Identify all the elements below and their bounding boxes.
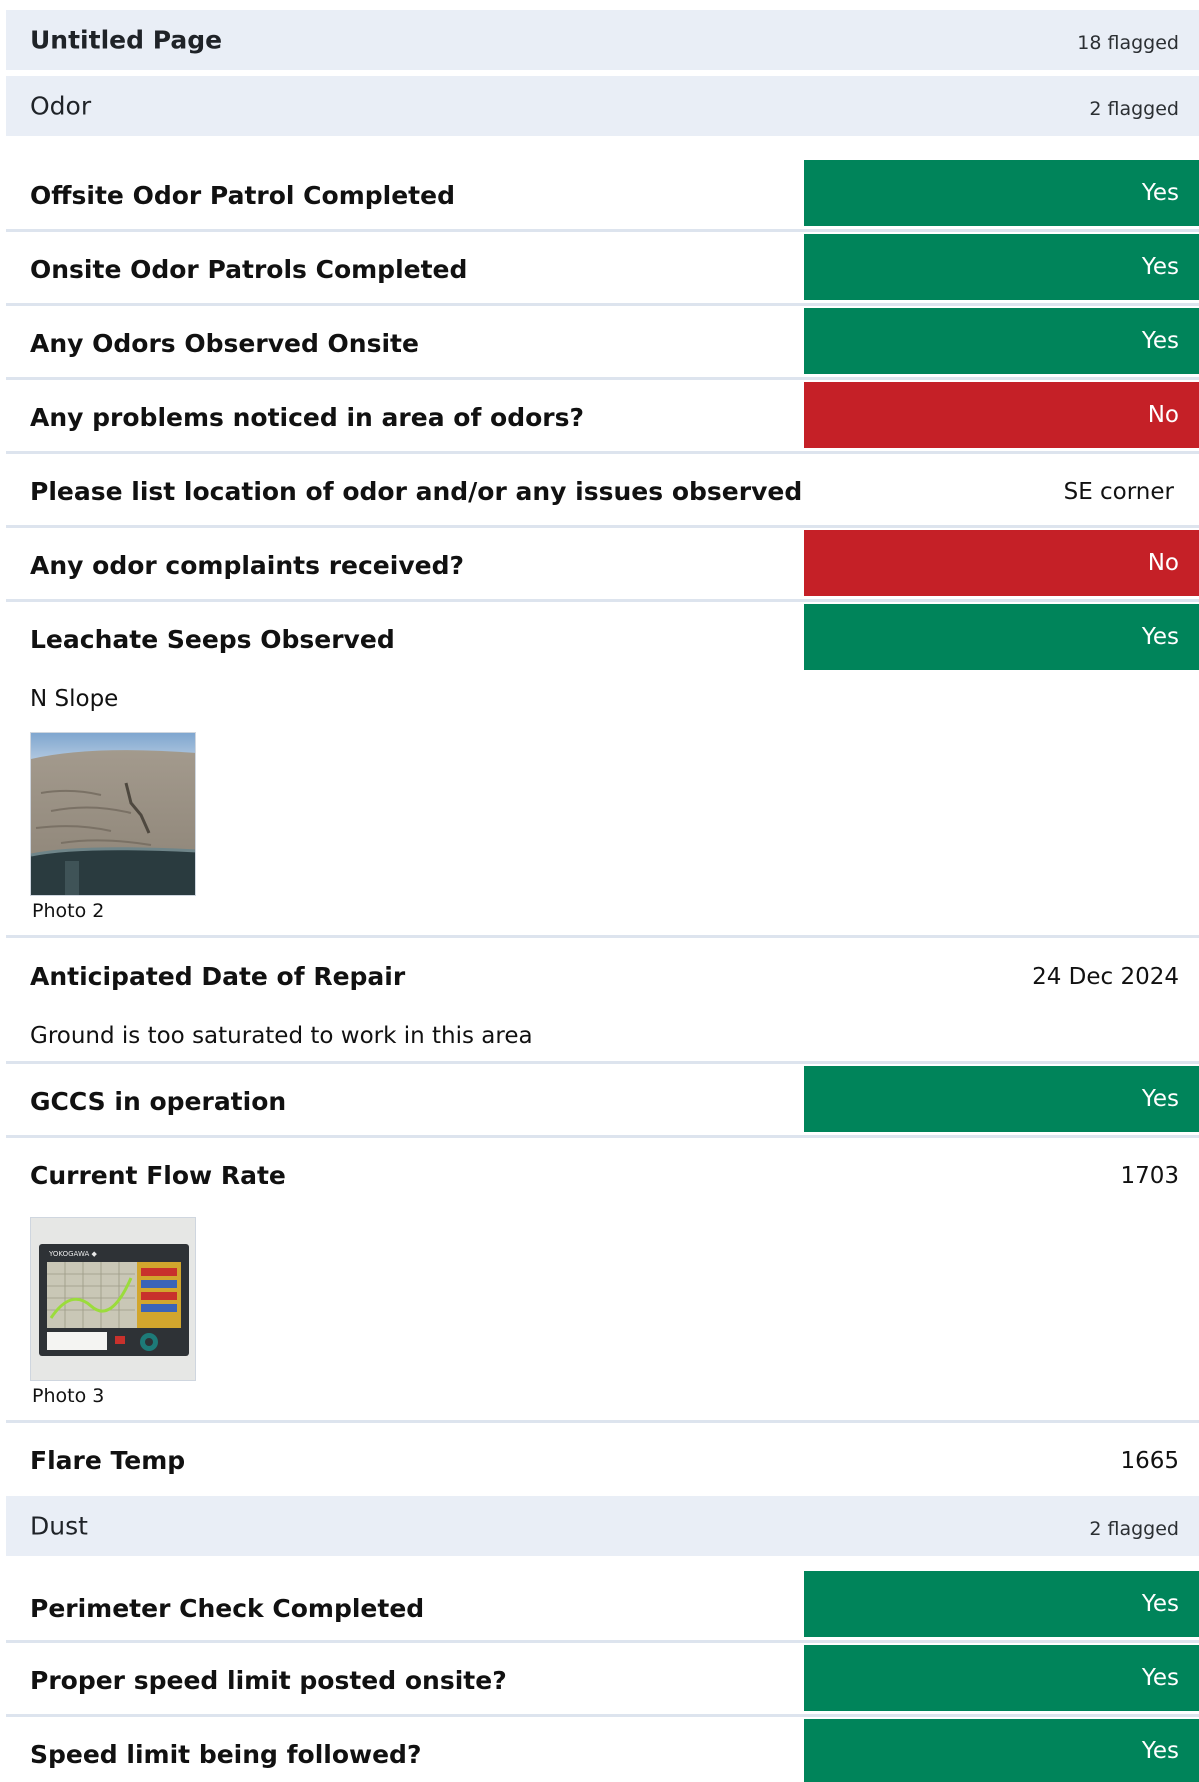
row-separator — [6, 451, 1199, 454]
photo-caption: Photo 2 — [32, 900, 105, 922]
answer-badge-no: No — [804, 382, 1199, 448]
row-separator — [6, 935, 1199, 938]
row-separator — [6, 1135, 1199, 1138]
question-label: Perimeter Check Completed — [30, 1594, 425, 1623]
section-header-odor[interactable]: Odor 2 flagged — [6, 76, 1199, 136]
answer-badge-yes: Yes — [804, 604, 1199, 670]
flow-recorder-photo-image: YOKOGAWA ◆ — [31, 1218, 195, 1380]
row-separator — [6, 377, 1199, 380]
answer-date-value: 24 Dec 2024 — [1032, 964, 1179, 990]
photo-thumbnail[interactable] — [30, 732, 196, 896]
answer-text: No — [1147, 402, 1179, 428]
answer-text: Yes — [1141, 1591, 1179, 1617]
question-label: Any odor complaints received? — [30, 551, 464, 580]
row-separator — [6, 1714, 1199, 1717]
answer-badge-yes: Yes — [804, 234, 1199, 300]
answer-text-value: SE corner — [1063, 479, 1174, 505]
question-label: GCCS in operation — [30, 1087, 287, 1116]
answer-text: Yes — [1141, 254, 1179, 280]
question-label: Speed limit being followed? — [30, 1740, 422, 1769]
section-title: Odor — [30, 91, 92, 121]
row-separator — [6, 303, 1199, 306]
note-text: N Slope — [30, 686, 119, 712]
page-header[interactable]: Untitled Page 18 flagged — [6, 10, 1199, 70]
page-title: Untitled Page — [30, 25, 223, 55]
question-label: Any problems noticed in area of odors? — [30, 403, 584, 432]
answer-badge-yes: Yes — [804, 1571, 1199, 1637]
question-label: Current Flow Rate — [30, 1161, 286, 1190]
photo-thumbnail[interactable]: YOKOGAWA ◆ — [30, 1217, 196, 1381]
answer-text: Yes — [1141, 180, 1179, 206]
section-flagged-count: 2 flagged — [1089, 1518, 1179, 1540]
page-flagged-count: 18 flagged — [1077, 32, 1179, 54]
answer-text: Yes — [1141, 1737, 1179, 1764]
question-label: Proper speed limit posted onsite? — [30, 1666, 507, 1695]
answer-badge-yes: Yes — [804, 1066, 1199, 1132]
row-separator — [6, 525, 1199, 528]
slope-photo-image — [31, 733, 195, 895]
question-label: Flare Temp — [30, 1446, 186, 1475]
answer-text: Yes — [1141, 1086, 1179, 1112]
question-label: Please list location of odor and/or any … — [30, 477, 803, 506]
answer-badge-yes: Yes — [804, 1719, 1199, 1782]
row-separator — [6, 229, 1199, 232]
question-label: Onsite Odor Patrols Completed — [30, 255, 468, 284]
photo-caption: Photo 3 — [32, 1385, 105, 1407]
answer-badge-yes: Yes — [804, 1645, 1199, 1711]
section-header-dust[interactable]: Dust 2 flagged — [6, 1496, 1199, 1556]
answer-badge-yes: Yes — [804, 308, 1199, 374]
question-label: Offsite Odor Patrol Completed — [30, 181, 455, 210]
row-separator — [6, 1640, 1199, 1643]
section-title: Dust — [30, 1511, 88, 1541]
question-label: Anticipated Date of Repair — [30, 962, 406, 991]
answer-text: Yes — [1141, 624, 1179, 650]
question-label: Leachate Seeps Observed — [30, 625, 395, 654]
row-separator — [6, 1420, 1199, 1423]
inspection-report: Untitled Page 18 flagged Odor 2 flagged … — [0, 0, 1199, 1782]
section-flagged-count: 2 flagged — [1089, 98, 1179, 120]
answer-badge-no: No — [804, 530, 1199, 596]
row-separator — [6, 1061, 1199, 1064]
note-text: Ground is too saturated to work in this … — [30, 1023, 533, 1049]
answer-text: No — [1147, 550, 1179, 576]
answer-text: Yes — [1141, 328, 1179, 354]
row-separator — [6, 599, 1199, 602]
answer-text: Yes — [1141, 1665, 1179, 1691]
photo-brand-text: YOKOGAWA ◆ — [48, 1250, 98, 1258]
answer-badge-yes: Yes — [804, 160, 1199, 226]
answer-number-value: 1703 — [1120, 1163, 1179, 1189]
answer-number-value: 1665 — [1120, 1448, 1179, 1474]
question-label: Any Odors Observed Onsite — [30, 329, 419, 358]
